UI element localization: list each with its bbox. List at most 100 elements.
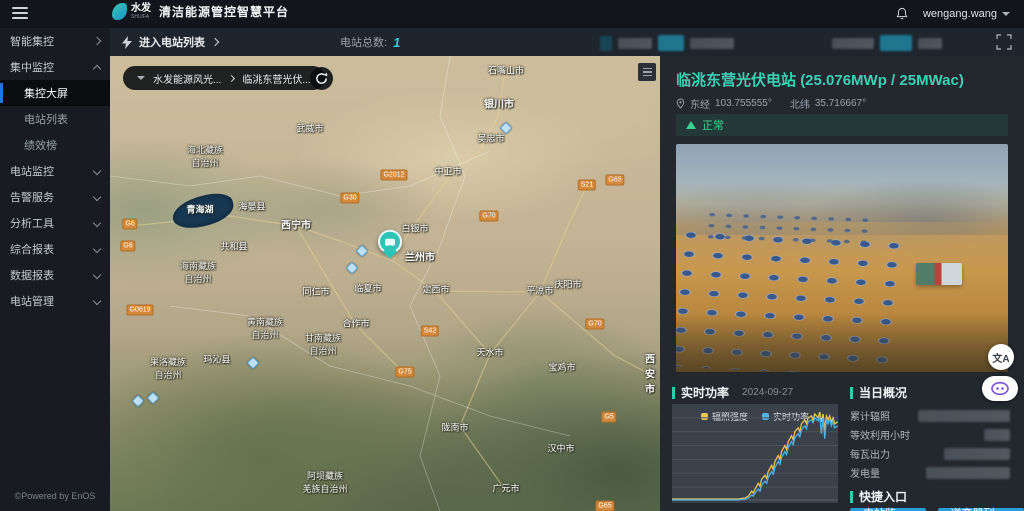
- map-label: 武威市: [296, 122, 323, 135]
- sidebar-item-电站管理[interactable]: 电站管理: [0, 288, 110, 314]
- road-badge: G70: [585, 319, 604, 330]
- map-label: 石嘴山市: [488, 64, 524, 77]
- road-badge: G70: [479, 211, 498, 222]
- road-badge: S21: [578, 180, 596, 191]
- realtime-power-title: 实时功率 2024-09-27: [672, 384, 793, 401]
- lightning-icon: [122, 36, 132, 49]
- sidebar-item-智能集控[interactable]: 智能集控: [0, 28, 110, 54]
- chatbot-button[interactable]: [982, 376, 1018, 401]
- map-label: 汉中市: [547, 442, 574, 455]
- refresh-icon: [315, 72, 328, 85]
- station-total-count: 电站总数: 1: [340, 28, 400, 56]
- road-badge: S42: [421, 326, 439, 337]
- road-badge: G30: [340, 193, 359, 204]
- map-legend-toggle[interactable]: [638, 63, 656, 81]
- breadcrumb-segment[interactable]: 水发能源风光...: [153, 71, 221, 86]
- user-menu[interactable]: wengang.wang: [923, 8, 1010, 20]
- realtime-power-chart: 辐照强度实时功率: [672, 404, 838, 503]
- page-title: 清洁能源管控智慧平台: [159, 3, 289, 20]
- sidebar-item-告警服务[interactable]: 告警服务: [0, 184, 110, 210]
- chevron-down-icon: [93, 297, 101, 305]
- sidebar-item-label: 集中监控: [10, 59, 94, 75]
- sidebar-item-综合报表[interactable]: 综合报表: [0, 236, 110, 262]
- chart-line-辐照强度: [672, 412, 838, 499]
- road-badge: G65: [595, 501, 614, 511]
- map-refresh-button[interactable]: [310, 67, 333, 90]
- breadcrumb-separator-icon: [228, 74, 235, 81]
- overview-value-censored: [926, 467, 1010, 479]
- map-label: 果洛藏族 自治州: [150, 355, 186, 381]
- station-total-value: 1: [393, 35, 400, 50]
- map-label: 同仁市: [302, 285, 329, 298]
- map-label: 阿坝藏族 羌族自治州: [302, 469, 347, 495]
- map-label: 西安市: [645, 351, 655, 396]
- station-title: 临洮东营光伏电站 (25.076MWp / 25MWac): [676, 69, 964, 90]
- map-label: 中卫市: [434, 165, 461, 178]
- sidebar-item-label: 告警服务: [10, 189, 94, 205]
- map-label: 宝鸡市: [548, 361, 575, 374]
- sidebar-item-label: 综合报表: [10, 241, 94, 257]
- map-label: 临夏市: [354, 282, 381, 295]
- overview-value-censored: [918, 410, 1010, 422]
- fullscreen-icon[interactable]: [996, 34, 1012, 50]
- sidebar-item-电站列表[interactable]: 电站列表: [0, 106, 110, 132]
- map-label: 白银市: [401, 222, 428, 235]
- sidebar: 智能集控集中监控集控大屏电站列表绩效榜电站监控告警服务分析工具综合报表数据报表电…: [0, 28, 110, 511]
- sidebar-item-电站监控[interactable]: 电站监控: [0, 158, 110, 184]
- road-badge: G6: [122, 219, 137, 230]
- chevron-up-icon: [93, 65, 101, 73]
- map-label: 海南藏族 自治州: [180, 259, 216, 285]
- map-label: 庆阳市: [554, 278, 581, 291]
- sidebar-item-label: 数据报表: [10, 267, 94, 283]
- map-label: 海北藏族 自治州: [187, 143, 223, 169]
- station-coordinates: 东经103.755555° 北纬35.716667°: [676, 96, 866, 111]
- sidebar-item-数据报表[interactable]: 数据报表: [0, 262, 110, 288]
- station-map-marker[interactable]: [378, 230, 402, 257]
- map-breadcrumb[interactable]: 水发能源风光... 临洮东营光伏...: [123, 66, 325, 90]
- map-label: 合作市: [342, 317, 369, 330]
- caret-down-icon: [137, 76, 145, 80]
- quick-entry-title: 快捷入口: [850, 488, 907, 505]
- translate-button[interactable]: 文A: [988, 344, 1014, 370]
- status-triangle-icon: [686, 121, 696, 129]
- overview-label: 累计辐照: [850, 408, 890, 423]
- overview-row: 每瓦出力: [850, 444, 1010, 463]
- overview-value-censored: [984, 429, 1010, 441]
- sidebar-item-分析工具[interactable]: 分析工具: [0, 210, 110, 236]
- top-header: 水发 SHUIFA 清洁能源管控智慧平台 wengang.wang: [0, 0, 1024, 28]
- road-badge: G0619: [126, 305, 153, 316]
- sidebar-item-label: 电站列表: [24, 111, 100, 127]
- daily-overview-title: 当日概况: [850, 384, 907, 401]
- breadcrumb-segment[interactable]: 临洮东营光伏...: [242, 71, 310, 86]
- sidebar-item-集控大屏[interactable]: 集控大屏: [0, 80, 110, 106]
- status-badge: 正常: [676, 114, 1008, 136]
- chevron-down-icon: [93, 193, 101, 201]
- map-label: 广元市: [492, 482, 519, 495]
- chevron-right-icon: [93, 37, 101, 45]
- map-label: 青海湖: [186, 203, 213, 216]
- enter-station-list-button[interactable]: 进入电站列表: [122, 28, 218, 56]
- sidebar-item-集中监控[interactable]: 集中监控: [0, 54, 110, 80]
- chevron-down-icon: [93, 245, 101, 253]
- chevron-down-icon: [93, 219, 101, 227]
- sidebar-item-label: 集控大屏: [24, 85, 100, 101]
- map-label: 共和县: [220, 240, 247, 253]
- realtime-date: 2024-09-27: [742, 387, 793, 398]
- notification-bell-icon[interactable]: [895, 7, 909, 21]
- sidebar-item-绩效榜[interactable]: 绩效榜: [0, 132, 110, 158]
- button-label: 逆变器列表: [948, 505, 997, 511]
- map-label: 西宁市: [281, 217, 311, 232]
- hamburger-menu-icon[interactable]: [12, 7, 28, 20]
- map-label: 吴忠市: [477, 132, 504, 145]
- sidebar-item-label: 电站监控: [10, 163, 94, 179]
- sidebar-item-label: 电站管理: [10, 293, 94, 309]
- map-label: 玛沁县: [203, 353, 230, 366]
- robot-face-icon: [989, 381, 1011, 396]
- overview-label: 每瓦出力: [850, 446, 890, 461]
- sidebar-item-label: 智能集控: [10, 33, 94, 49]
- censored-stat-group: [832, 35, 942, 51]
- chevron-down-icon: [1002, 12, 1010, 16]
- map-canvas[interactable]: 石嘴山市银川市吴忠市中卫市武威市西宁市海晏县共和县白银市兰州市临夏市定西市平凉市…: [110, 56, 660, 511]
- map-label: 陇南市: [441, 421, 468, 434]
- chevron-down-icon: [93, 271, 101, 279]
